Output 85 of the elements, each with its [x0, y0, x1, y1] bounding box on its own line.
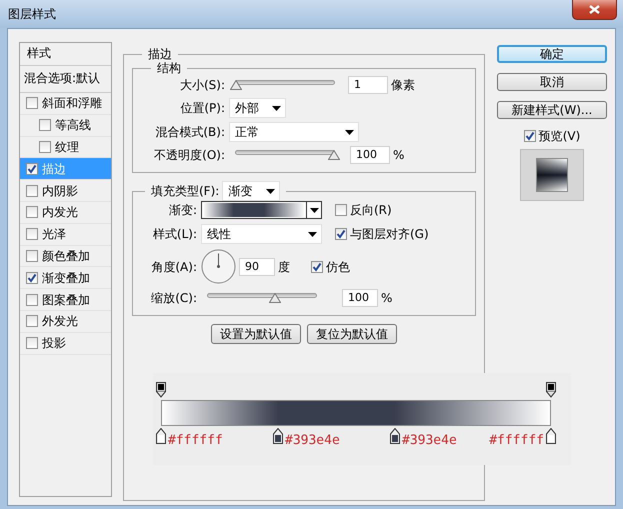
- input-field[interactable]: 90: [239, 258, 275, 276]
- list-item[interactable]: 内发光: [20, 202, 111, 224]
- list-header: 样式: [20, 43, 111, 66]
- checkbox[interactable]: [26, 162, 38, 175]
- unit-label: 度: [278, 258, 290, 276]
- dropdown[interactable]: 外部: [229, 98, 286, 118]
- checkbox[interactable]: [26, 97, 38, 110]
- color-stop[interactable]: [546, 428, 556, 444]
- list-item[interactable]: 光泽: [20, 224, 111, 246]
- checkbox-label[interactable]: 仿色: [326, 258, 350, 276]
- caret-icon[interactable]: [272, 106, 281, 110]
- checkbox[interactable]: [26, 184, 38, 197]
- checkbox[interactable]: [26, 228, 38, 240]
- checkbox[interactable]: [26, 206, 38, 218]
- checkbox[interactable]: [26, 294, 38, 306]
- checkbox[interactable]: [26, 272, 38, 284]
- list-item[interactable]: 渐变叠加: [20, 267, 111, 290]
- list-item[interactable]: 颜色叠加: [20, 246, 111, 268]
- field-label: 不透明度(O):: [153, 147, 225, 164]
- checkbox[interactable]: [39, 119, 51, 132]
- checkbox-label[interactable]: 预览(V): [538, 127, 580, 145]
- field-label: 角度(A):: [150, 258, 197, 276]
- checkbox-label[interactable]: 与图层对齐(G): [350, 225, 429, 243]
- caret-icon[interactable]: [308, 232, 317, 236]
- field-label: 位置(P):: [179, 100, 225, 117]
- color-stop[interactable]: [390, 428, 400, 444]
- dropdown[interactable]: 线性: [201, 224, 322, 244]
- close-icon: [589, 5, 600, 14]
- checkbox[interactable]: [335, 228, 347, 240]
- field-label: 缩放(C):: [150, 290, 197, 307]
- opacity-stop[interactable]: [546, 382, 556, 398]
- checkbox[interactable]: [26, 250, 38, 262]
- unit-label: %: [381, 290, 392, 307]
- unit-label: %: [393, 147, 404, 164]
- checkbox[interactable]: [39, 140, 51, 153]
- input-field[interactable]: 100: [342, 289, 378, 307]
- color-code: #ffffff: [489, 432, 544, 450]
- caret-icon[interactable]: [345, 130, 354, 134]
- list-item[interactable]: 投影: [20, 332, 111, 355]
- close-button[interactable]: [572, 0, 617, 20]
- caret-icon[interactable]: [310, 208, 318, 212]
- color-stop[interactable]: [273, 428, 283, 444]
- gradient-picker[interactable]: [201, 201, 322, 219]
- dialog-button[interactable]: 取消: [497, 73, 607, 91]
- preview-thumbnail: [520, 149, 584, 201]
- dialog-button[interactable]: 确定: [497, 45, 607, 63]
- color-stop[interactable]: [156, 428, 166, 444]
- dropdown[interactable]: 渐变: [222, 181, 280, 201]
- checkbox-label[interactable]: 反向(R): [350, 201, 392, 219]
- input-field[interactable]: 1: [348, 76, 388, 94]
- slider-thumb[interactable]: [268, 293, 281, 303]
- checkbox[interactable]: [524, 130, 536, 142]
- dropdown[interactable]: 正常: [229, 122, 359, 142]
- list-item[interactable]: 内阴影: [20, 180, 111, 202]
- color-code: #393e4e: [285, 432, 340, 450]
- dialog-button[interactable]: 新建样式(W)...: [497, 101, 607, 119]
- reset-button[interactable]: 复位为默认值: [307, 324, 397, 344]
- gradient-bar[interactable]: [161, 400, 551, 426]
- field-label: 混合模式(B):: [154, 124, 225, 141]
- caret-icon[interactable]: [266, 188, 276, 194]
- group-title: 结构: [156, 60, 182, 76]
- field-label: 填充类型(F):: [151, 183, 220, 199]
- list-item[interactable]: 斜面和浮雕: [20, 93, 111, 115]
- field-label: 样式(L):: [152, 226, 197, 243]
- color-code: #393e4e: [402, 432, 457, 450]
- list-item[interactable]: 混合选项:默认: [20, 66, 111, 93]
- field-label: 大小(S):: [178, 77, 225, 94]
- slider-thumb[interactable]: [328, 150, 340, 160]
- checkbox[interactable]: [335, 204, 347, 216]
- slider-thumb[interactable]: [230, 80, 242, 90]
- input-field[interactable]: 100: [350, 146, 390, 164]
- reset-button[interactable]: 设置为默认值: [211, 324, 301, 344]
- list-item[interactable]: 图案叠加: [20, 289, 111, 311]
- color-code: #ffffff: [168, 432, 223, 450]
- window-title: 图层样式: [8, 6, 56, 23]
- list-item[interactable]: 外发光: [20, 310, 111, 333]
- field-label: 渐变:: [168, 202, 197, 219]
- checkbox[interactable]: [26, 337, 38, 350]
- checkbox[interactable]: [311, 260, 323, 272]
- opacity-stop[interactable]: [156, 382, 166, 398]
- unit-label: 像素: [391, 77, 415, 94]
- checkbox[interactable]: [26, 315, 38, 328]
- group-title: 描边: [147, 46, 173, 62]
- angle-dial[interactable]: [201, 249, 236, 284]
- list-item[interactable]: 等高线: [20, 114, 111, 137]
